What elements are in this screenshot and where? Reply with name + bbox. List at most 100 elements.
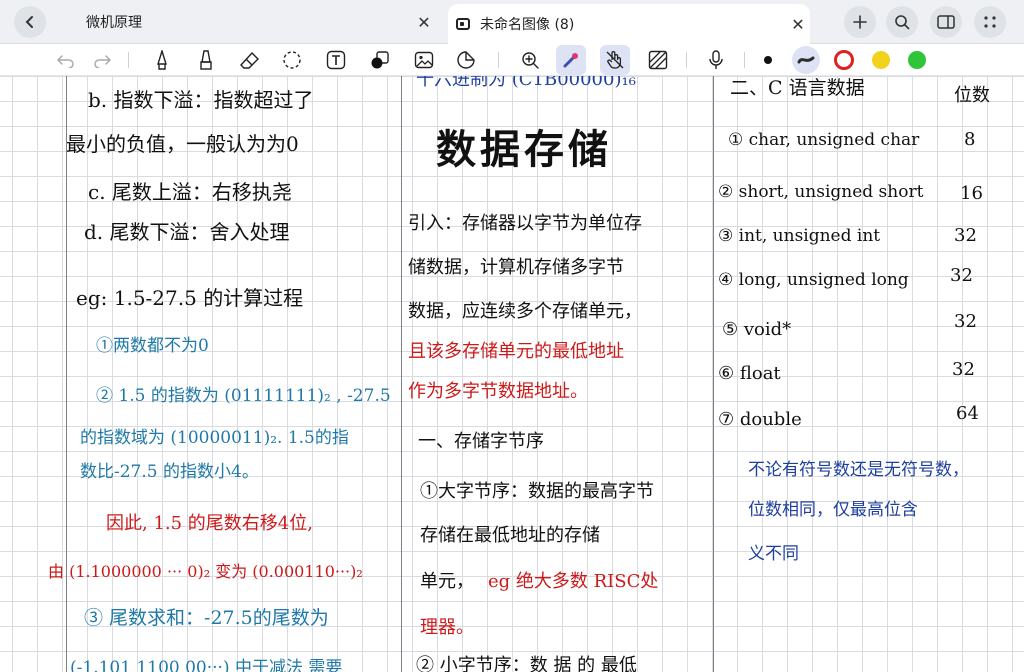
plus-icon xyxy=(853,15,867,29)
type-name: ⑥ float xyxy=(718,363,781,384)
type-bits: 64 xyxy=(956,403,979,424)
sticker-icon xyxy=(457,51,475,69)
more-button[interactable] xyxy=(974,6,1006,38)
tab-label: 微机原理 xyxy=(86,15,142,31)
note-line: b. 指数下溢：指数超过了 xyxy=(88,88,314,112)
search-icon xyxy=(895,15,910,30)
note-canvas[interactable]: b. 指数下溢：指数超过了 最小的负值，一般认为为0 c. 尾数上溢：右移执尧 … xyxy=(0,76,1024,672)
undo-button[interactable] xyxy=(54,48,78,72)
color-swatch-green[interactable] xyxy=(908,51,926,69)
eraser-icon xyxy=(240,51,259,69)
note-line: ①大字节序：数据的最高字节 xyxy=(420,481,654,502)
note-line: 由 (1.1000000 ··· 0)₂ 变为 (0.000110···)₂ xyxy=(48,562,363,581)
tab-bar: 微机原理 ✕ 未命名图像 (8) ✕ xyxy=(0,0,1024,44)
note-line: 存储在最低地址的存储 xyxy=(420,525,600,546)
pen-icon xyxy=(157,50,167,70)
close-icon[interactable]: ✕ xyxy=(786,15,810,34)
type-name: ⑤ void* xyxy=(722,319,792,340)
note-line: d. 尾数下溢：舍入处理 xyxy=(84,220,290,244)
note-line: 的指数域为 (10000011)₂. 1.5的指 xyxy=(80,428,349,448)
pattern-tool[interactable] xyxy=(646,48,670,72)
laser-pointer-tool[interactable] xyxy=(556,45,586,75)
color-swatch-yellow[interactable] xyxy=(872,51,890,69)
note-line: 理器。 xyxy=(420,617,474,638)
pattern-icon xyxy=(648,50,668,70)
more-dots-icon xyxy=(984,16,996,28)
note-line: ② 小字节序：数 据 的 最低 xyxy=(416,655,637,672)
note-heading: 二、C 语言数据 xyxy=(730,77,865,99)
note-line: eg 绝大多数 RISC处 xyxy=(488,571,659,592)
new-tab-button[interactable] xyxy=(844,6,876,38)
undo-icon xyxy=(56,55,74,68)
note-line: c. 尾数上溢：右移执尧 xyxy=(88,180,292,204)
color-swatch-red[interactable] xyxy=(834,50,854,70)
type-bits: 32 xyxy=(954,311,977,332)
tab-weiji-yuanli[interactable]: 微机原理 ✕ xyxy=(66,4,436,40)
sidebar-icon xyxy=(937,15,955,29)
eraser-tool[interactable] xyxy=(238,48,262,72)
back-button[interactable] xyxy=(14,6,46,38)
close-icon[interactable]: ✕ xyxy=(412,13,436,32)
sticker-tool[interactable] xyxy=(454,48,478,72)
hand-draw-icon xyxy=(606,51,624,69)
redo-button[interactable] xyxy=(90,48,114,72)
type-bits: 8 xyxy=(964,129,976,150)
laser-pointer-icon xyxy=(563,53,578,68)
drawing-toolbar xyxy=(0,44,1024,76)
image-tool[interactable] xyxy=(412,48,436,72)
toolbar-divider xyxy=(686,52,687,68)
lasso-icon xyxy=(283,51,301,69)
note-line: 单元， xyxy=(420,571,474,592)
note-line: 最小的负值，一般认为为0 xyxy=(66,132,299,156)
toolbar-divider xyxy=(128,52,129,68)
microphone-icon xyxy=(709,50,723,69)
note-line: 数据，应连续多个存储单元， xyxy=(408,301,642,322)
zoom-tool[interactable] xyxy=(518,48,542,72)
type-name: ⑦ double xyxy=(718,409,802,430)
note-heading: 一、存储字节序 xyxy=(418,431,544,452)
shapes-icon xyxy=(371,51,389,69)
note-line: ①两数都不为0 xyxy=(96,336,209,356)
type-bits: 16 xyxy=(960,183,983,204)
page-title: 数据存储 xyxy=(436,126,612,173)
lasso-tool[interactable] xyxy=(280,48,304,72)
note-line: 因此, 1.5 的尾数右移4位, xyxy=(106,513,313,534)
toolbar-divider xyxy=(744,52,745,68)
type-name: ③ int, unsigned int xyxy=(718,226,881,246)
text-icon xyxy=(326,50,346,70)
shapes-tool[interactable] xyxy=(368,48,392,72)
sidebar-toggle-button[interactable] xyxy=(930,6,962,38)
microphone-button[interactable] xyxy=(704,48,728,72)
image-icon xyxy=(414,51,434,69)
note-line: 引入：存储器以字节为单位存 xyxy=(408,213,642,234)
note-line: 作为多字节数据地址。 xyxy=(408,381,588,402)
type-name: ① char, unsigned char xyxy=(728,130,920,150)
text-tool[interactable] xyxy=(324,48,348,72)
hand-draw-tool[interactable] xyxy=(600,45,630,75)
note-line: eg: 1.5-27.5 的计算过程 xyxy=(76,286,304,310)
type-bits: 32 xyxy=(950,265,973,286)
tab-untitled-image-8[interactable]: 未命名图像 (8) ✕ xyxy=(448,4,810,44)
highlighter-icon xyxy=(200,50,212,70)
pen-tool[interactable] xyxy=(150,48,174,72)
toolbar-divider xyxy=(498,52,499,68)
brush-style-button[interactable] xyxy=(792,46,820,74)
pen-size-dot[interactable] xyxy=(764,56,772,64)
redo-icon xyxy=(94,55,112,68)
note-line: 位数相同，仅最高位含 xyxy=(748,500,918,520)
type-bits: 32 xyxy=(954,225,977,246)
column-divider xyxy=(713,76,714,672)
zoom-icon xyxy=(522,52,539,69)
note-line: 且该多存储单元的最低地址 xyxy=(408,341,624,362)
bits-column-header: 位数 xyxy=(954,85,990,106)
highlighter-tool[interactable] xyxy=(194,48,218,72)
column-divider xyxy=(401,76,402,672)
note-line: 储数据，计算机存储多字节 xyxy=(408,257,624,278)
search-button[interactable] xyxy=(886,6,918,38)
type-name: ② short, unsigned short xyxy=(718,182,924,202)
image-doc-icon xyxy=(456,18,470,30)
note-line: ③ 尾数求和：-27.5的尾数为 xyxy=(84,607,329,629)
note-line: 义不同 xyxy=(748,544,799,564)
brush-stroke-icon xyxy=(797,56,815,64)
type-bits: 32 xyxy=(952,359,975,380)
